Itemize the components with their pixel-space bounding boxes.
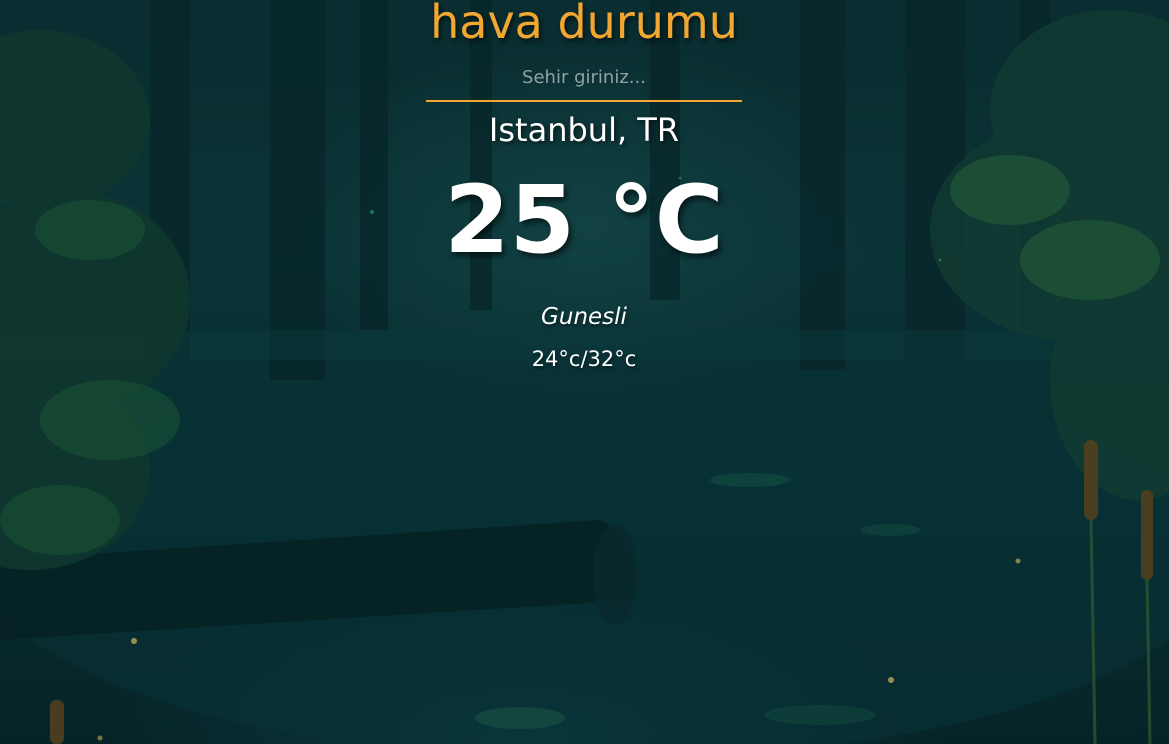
app-title: hava durumu (430, 0, 738, 49)
min-max-temperature: 24°c/32°c (531, 347, 637, 371)
temperature-display: 25 °C (426, 166, 742, 276)
weather-condition: Gunesli (541, 304, 627, 330)
temperature-unit: °C (607, 166, 724, 275)
weather-app-screen: hava durumu Istanbul, TR 25 °C Gunesli 2… (0, 0, 1169, 744)
weather-card: hava durumu Istanbul, TR 25 °C Gunesli 2… (426, 0, 742, 374)
city-search-input[interactable] (426, 60, 742, 102)
location-label: Istanbul, TR (488, 111, 680, 149)
temperature-value: 25 (444, 166, 576, 275)
